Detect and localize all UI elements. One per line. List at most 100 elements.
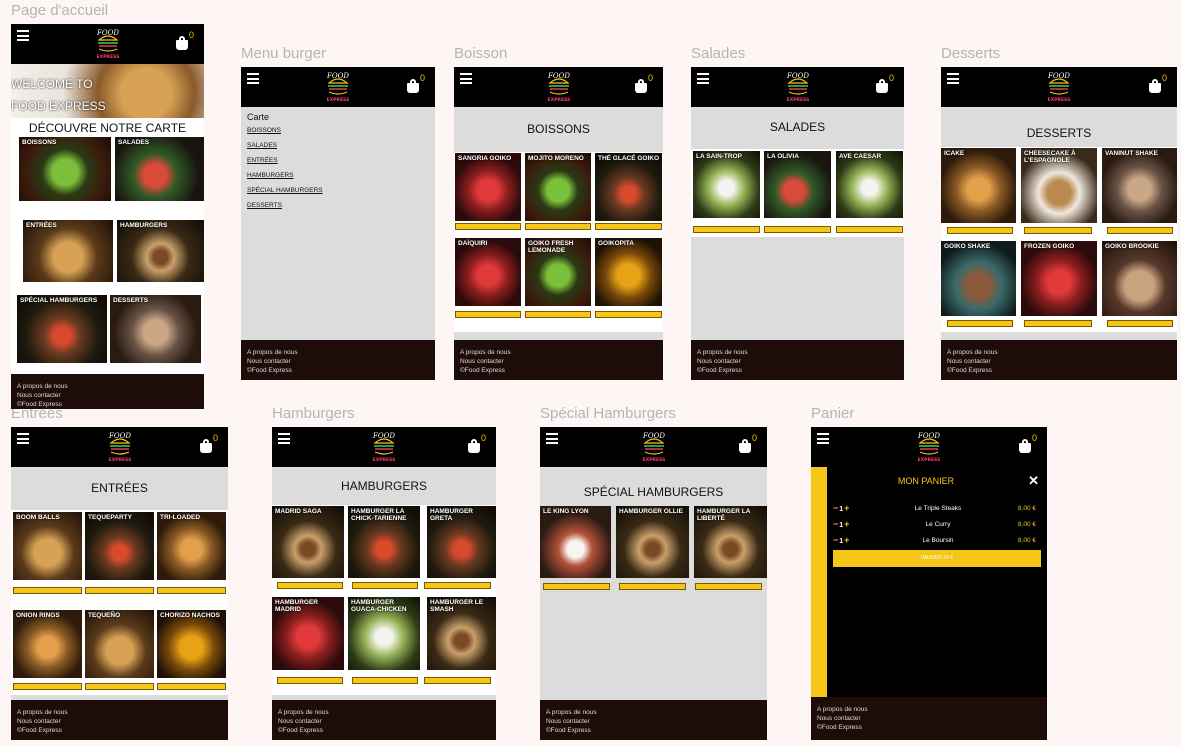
validate-button[interactable]: VALIDER 24 €: [833, 550, 1041, 567]
add-to-cart-button[interactable]: [277, 677, 343, 684]
product-card[interactable]: LA OLIVIA: [764, 151, 831, 218]
footer-contact-link[interactable]: Nous contacter: [17, 391, 198, 400]
menu-link-desserts[interactable]: DESSERTS: [247, 202, 323, 209]
add-to-cart-button[interactable]: [595, 311, 662, 318]
menu-link-burgers[interactable]: HAMBURGERS: [247, 172, 323, 179]
product-card[interactable]: SANGRIA GOIKO: [455, 153, 521, 221]
add-to-cart-button[interactable]: [764, 226, 831, 233]
add-to-cart-button[interactable]: [277, 582, 343, 589]
product-card[interactable]: TEQUEÑO: [85, 610, 154, 678]
home-tile-burgers[interactable]: HAMBURGERS: [117, 220, 204, 282]
add-to-cart-button[interactable]: [947, 320, 1013, 327]
product-card[interactable]: MADRID SAGA: [272, 506, 344, 578]
add-to-cart-button[interactable]: [525, 223, 591, 230]
add-to-cart-button[interactable]: [543, 583, 610, 590]
footer-contact-link[interactable]: Nous contacter: [947, 357, 1171, 366]
hamburger-menu-icon[interactable]: [278, 433, 290, 444]
hamburger-menu-icon[interactable]: [247, 73, 259, 84]
product-card[interactable]: HAMBURGER LA CHICK-TARIENNE: [348, 506, 420, 578]
product-card[interactable]: HAMBURGER LE SMASH: [427, 597, 496, 670]
menu-link-salads[interactable]: SALADES: [247, 142, 323, 149]
cart-icon[interactable]: 0: [176, 30, 194, 50]
hamburger-menu-icon[interactable]: [546, 433, 558, 444]
home-tile-drinks[interactable]: BOISSONS: [19, 137, 111, 201]
cart-icon[interactable]: 0: [1019, 433, 1037, 453]
add-to-cart-button[interactable]: [693, 226, 760, 233]
product-card[interactable]: TEQUEPARTY: [85, 512, 154, 580]
hamburger-menu-icon[interactable]: [817, 433, 829, 444]
footer-contact-link[interactable]: Nous contacter: [460, 357, 657, 366]
footer-about-link[interactable]: A propos de nous: [947, 348, 1171, 357]
product-card[interactable]: BOOM BALLS: [13, 512, 82, 580]
product-card[interactable]: ICAKE: [941, 148, 1016, 223]
footer-about-link[interactable]: A propos de nous: [278, 708, 490, 717]
hamburger-menu-icon[interactable]: [460, 73, 472, 84]
add-to-cart-button[interactable]: [619, 583, 686, 590]
home-tile-desserts[interactable]: DESSERTS: [110, 295, 201, 363]
add-to-cart-button[interactable]: [85, 683, 154, 690]
footer-about-link[interactable]: A propos de nous: [247, 348, 429, 357]
add-to-cart-button[interactable]: [455, 311, 521, 318]
add-to-cart-button[interactable]: [352, 677, 418, 684]
hamburger-menu-icon[interactable]: [17, 433, 29, 444]
add-to-cart-button[interactable]: [13, 683, 82, 690]
footer-about-link[interactable]: A propos de nous: [817, 705, 1041, 714]
footer-contact-link[interactable]: Nous contacter: [817, 714, 1041, 723]
home-tile-starters[interactable]: ENTRÉES: [23, 220, 113, 282]
product-card[interactable]: TRI-LOADED: [157, 512, 226, 580]
product-card[interactable]: ONION RINGS: [13, 610, 82, 678]
footer-contact-link[interactable]: Nous contacter: [546, 717, 761, 726]
cart-icon[interactable]: 0: [468, 433, 486, 453]
add-to-cart-button[interactable]: [352, 582, 418, 589]
footer-about-link[interactable]: A propos de nous: [546, 708, 761, 717]
quantity-stepper[interactable]: −1+: [833, 503, 850, 513]
add-to-cart-button[interactable]: [424, 582, 491, 589]
add-to-cart-button[interactable]: [595, 223, 662, 230]
close-icon[interactable]: ✕: [1028, 473, 1039, 489]
add-to-cart-button[interactable]: [424, 677, 491, 684]
add-to-cart-button[interactable]: [157, 683, 226, 690]
add-to-cart-button[interactable]: [836, 226, 903, 233]
add-to-cart-button[interactable]: [1024, 227, 1092, 234]
home-tile-special[interactable]: SPÉCIAL HAMBURGERS: [17, 295, 107, 363]
add-to-cart-button[interactable]: [1107, 227, 1173, 234]
quantity-stepper[interactable]: −1+: [833, 519, 850, 529]
hamburger-menu-icon[interactable]: [697, 73, 709, 84]
footer-contact-link[interactable]: Nous contacter: [247, 357, 429, 366]
add-to-cart-button[interactable]: [455, 223, 521, 230]
product-card[interactable]: LE KING LYON: [540, 506, 611, 578]
footer-about-link[interactable]: A propos de nous: [697, 348, 898, 357]
footer-contact-link[interactable]: Nous contacter: [278, 717, 490, 726]
footer-about-link[interactable]: A propos de nous: [17, 382, 198, 391]
product-card[interactable]: HAMBURGER MADRID: [272, 597, 344, 670]
add-to-cart-button[interactable]: [1024, 320, 1092, 327]
hamburger-menu-icon[interactable]: [17, 30, 29, 41]
product-card[interactable]: MOJITO MORENO: [525, 153, 591, 221]
add-to-cart-button[interactable]: [1107, 320, 1173, 327]
cart-icon[interactable]: 0: [876, 73, 894, 93]
product-card[interactable]: GOIKO FRESH LEMONADE: [525, 238, 591, 306]
quantity-stepper[interactable]: −1+: [833, 535, 850, 545]
product-card[interactable]: HAMBURGER GRETA: [427, 506, 496, 578]
product-card[interactable]: AVE CAESAR: [836, 151, 903, 218]
hamburger-menu-icon[interactable]: [947, 73, 959, 84]
add-to-cart-button[interactable]: [947, 227, 1013, 234]
product-card[interactable]: VANINUT SHAKE: [1102, 148, 1177, 223]
add-to-cart-button[interactable]: [525, 311, 591, 318]
product-card[interactable]: HAMBURGER GUACA-CHICKEN: [348, 597, 420, 670]
menu-link-drinks[interactable]: BOISSONS: [247, 127, 323, 134]
product-card[interactable]: THÉ GLACÉ GOIKO: [595, 153, 662, 221]
menu-link-special[interactable]: SPÉCIAL HAMBURGERS: [247, 187, 323, 194]
cart-icon[interactable]: 0: [739, 433, 757, 453]
product-card[interactable]: LA SAIN-TROP: [693, 151, 760, 218]
product-card[interactable]: HAMBURGER LA LIBERTÉ: [694, 506, 767, 578]
menu-link-starters[interactable]: ENTRÉES: [247, 157, 323, 164]
product-card[interactable]: GOIKO SHAKE: [941, 241, 1016, 316]
product-card[interactable]: CHEESECAKE À L'ESPAGNOLE: [1021, 148, 1097, 223]
add-to-cart-button[interactable]: [13, 587, 82, 594]
cart-icon[interactable]: 0: [200, 433, 218, 453]
cart-icon[interactable]: 0: [635, 73, 653, 93]
footer-contact-link[interactable]: Nous contacter: [697, 357, 898, 366]
cart-icon[interactable]: 0: [407, 73, 425, 93]
footer-about-link[interactable]: A propos de nous: [460, 348, 657, 357]
